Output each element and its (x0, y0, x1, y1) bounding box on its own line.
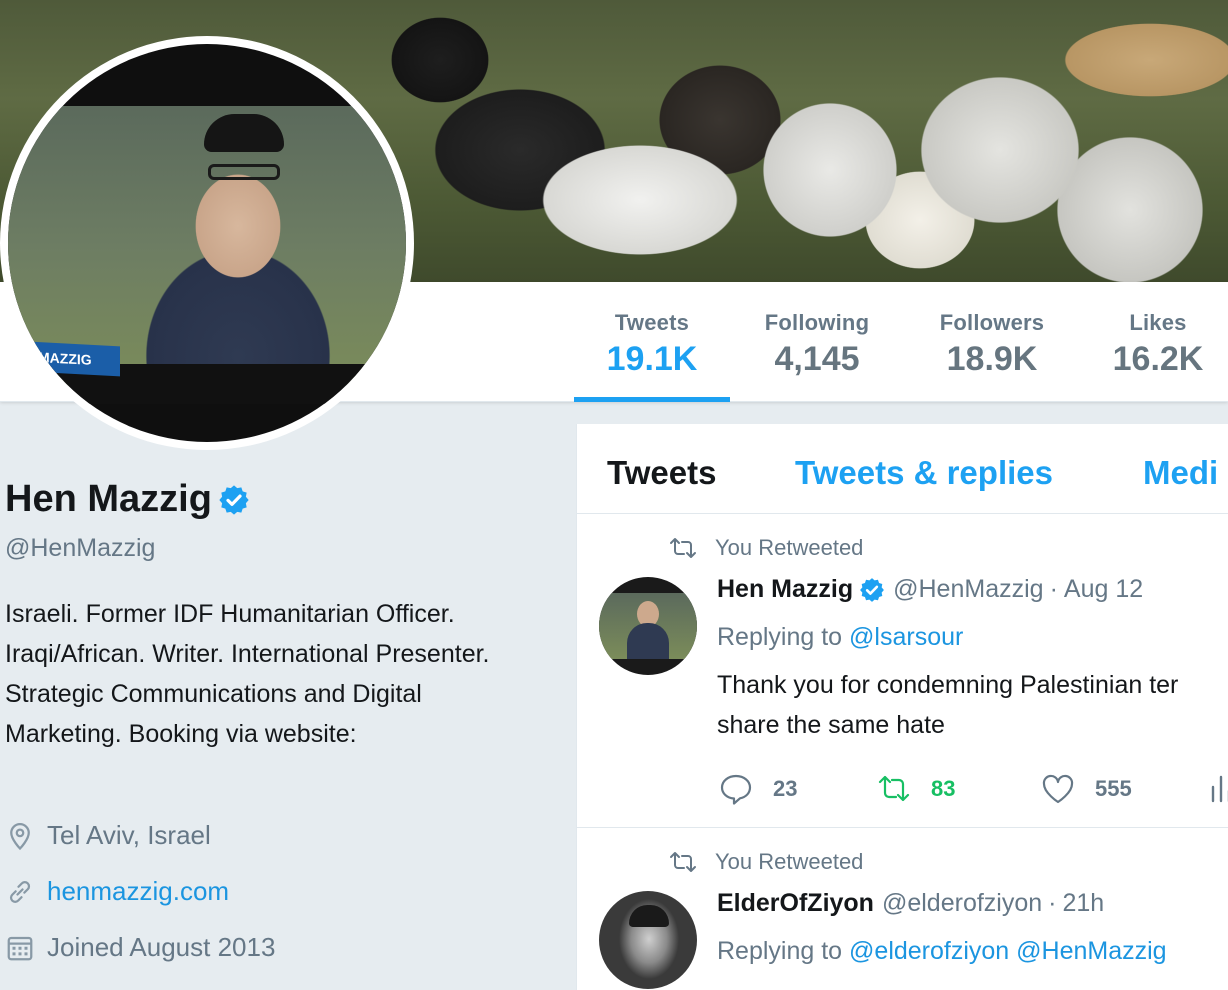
tweet-timestamp[interactable]: Aug 12 (1064, 575, 1143, 604)
like-count: 555 (1095, 776, 1132, 801)
profile-bio: Israeli. Former IDF Humanitarian Officer… (5, 600, 490, 748)
separator-dot: · (1049, 575, 1058, 603)
tweet-text-line: Thank you for condemning Palestinian ter (717, 671, 1179, 699)
stat-value: 19.1K (606, 340, 698, 378)
stat-value: 16.2K (1112, 340, 1204, 378)
active-underline (574, 397, 730, 402)
replying-to-link[interactable]: @elderofziyon @HenMazzig (849, 937, 1167, 965)
like-button[interactable]: 555 (1041, 773, 1207, 805)
location-pin-icon (10, 822, 30, 850)
link-icon (9, 880, 31, 903)
profile-website-link[interactable]: henmazzig.com (47, 876, 229, 907)
location-row: Tel Aviv, Israel (5, 820, 211, 851)
tweet[interactable]: You Retweeted Hen Mazzig @HenMazzig · Au… (577, 515, 1228, 828)
tweet-avatar[interactable] (599, 577, 697, 675)
retweet-context-label: You Retweeted (715, 535, 864, 560)
reply-button[interactable]: 23 (719, 773, 877, 805)
verified-badge-icon (219, 484, 249, 515)
timeline: Tweets Tweets & replies Medi You Retweet… (576, 424, 1228, 990)
tweet-actions: 23 83 555 (719, 773, 1228, 805)
reply-count: 23 (773, 776, 798, 801)
stat-value: 18.9K (946, 340, 1038, 378)
retweet-icon (670, 538, 696, 558)
retweet-context: You Retweeted (669, 535, 863, 561)
retweet-icon (670, 852, 696, 872)
stat-label: Likes (1129, 310, 1187, 335)
tweet-avatar[interactable] (599, 891, 697, 989)
stat-label: Followers (939, 310, 1045, 335)
profile-handle[interactable]: @HenMazzig (5, 534, 155, 563)
tweet-author-name[interactable]: Hen Mazzig (717, 575, 853, 604)
retweet-context: You Retweeted (669, 849, 863, 875)
stat-label: Following (764, 310, 870, 335)
tweet-header: ElderOfZiyon @elderofziyon · 21h (717, 889, 1104, 918)
timeline-tabs: Tweets Tweets & replies Medi (577, 424, 1228, 514)
analytics-button[interactable] (1207, 773, 1228, 805)
reply-icon (720, 774, 752, 805)
retweet-button[interactable]: 83 (877, 773, 1041, 805)
calendar-icon (7, 936, 33, 960)
replying-prefix: Replying to (717, 623, 843, 651)
tweet-header: Hen Mazzig @HenMazzig · Aug 12 (717, 575, 1143, 604)
replying-to: Replying to @lsarsour (717, 623, 963, 652)
tweet-author-name[interactable]: ElderOfZiyon (717, 889, 874, 918)
joined-row: Joined August 2013 (5, 932, 275, 963)
replying-to-link[interactable]: @lsarsour (849, 623, 963, 651)
website-row: henmazzig.com (5, 876, 229, 907)
avatar-nameplate: MAZZIG (30, 341, 120, 377)
tab-media[interactable]: Medi (1143, 454, 1218, 492)
separator-dot: · (1048, 889, 1057, 917)
tab-tweets-replies[interactable]: Tweets & replies (795, 454, 1053, 492)
retweet-count: 83 (931, 776, 956, 801)
tweet-text: Thank you for condemning Palestinian ter… (717, 665, 1228, 745)
replying-to: Replying to @elderofziyon @HenMazzig (717, 937, 1167, 966)
tweet-text-line: share the same hate (717, 711, 945, 739)
heart-icon (1042, 774, 1074, 804)
profile-avatar[interactable]: MAZZIG (0, 36, 414, 450)
tweet-timestamp[interactable]: 21h (1062, 889, 1104, 918)
avatar-image: MAZZIG (8, 44, 406, 442)
retweet-icon (878, 775, 910, 802)
stat-likes[interactable]: Likes 16.2K (1090, 282, 1226, 402)
profile-joined: Joined August 2013 (47, 932, 276, 962)
retweet-context-label: You Retweeted (715, 849, 864, 874)
stat-following[interactable]: Following 4,145 (740, 282, 894, 402)
name-row: Hen Mazzig (5, 478, 250, 521)
tweet-author-handle[interactable]: @elderofziyon (882, 889, 1042, 918)
tab-tweets[interactable]: Tweets (607, 454, 716, 492)
replying-prefix: Replying to (717, 937, 843, 965)
tweet-author-handle[interactable]: @HenMazzig (893, 575, 1043, 604)
stat-label: Tweets (614, 310, 690, 335)
stat-followers[interactable]: Followers 18.9K (914, 282, 1070, 402)
tweet[interactable]: You Retweeted ElderOfZiyon @elderofziyon… (577, 829, 1228, 990)
profile-location: Tel Aviv, Israel (47, 820, 211, 850)
analytics-icon (1211, 775, 1228, 803)
stat-value: 4,145 (774, 340, 860, 378)
verified-badge-icon (860, 577, 885, 602)
stat-tweets[interactable]: Tweets 19.1K (574, 282, 730, 402)
profile-name[interactable]: Hen Mazzig (5, 478, 212, 521)
